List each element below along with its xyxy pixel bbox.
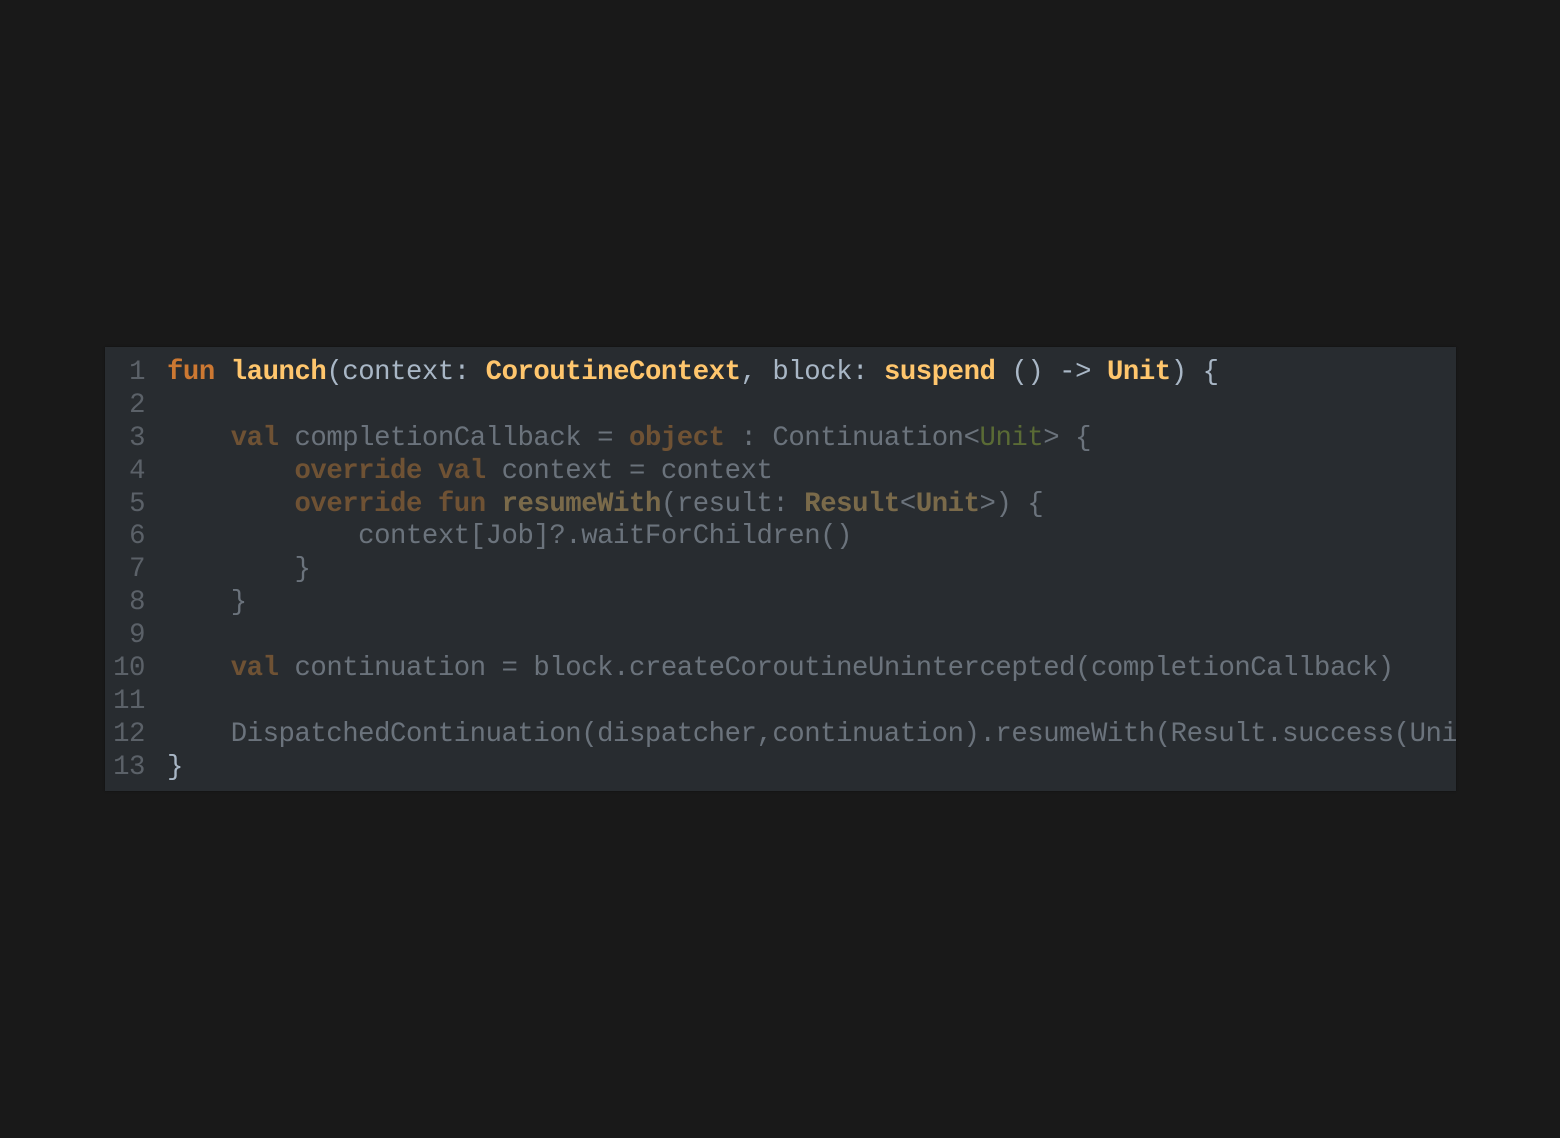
code-token: fun — [437, 488, 486, 520]
code-token: fun — [167, 357, 215, 388]
code-token: < — [899, 488, 916, 520]
code-line[interactable]: 11 — [105, 686, 1456, 719]
code-token: val — [437, 455, 486, 487]
code-token: } — [167, 554, 311, 586]
code-token: context[Job]?.waitForChildren() — [167, 521, 853, 553]
code-token: >) { — [979, 488, 1044, 520]
line-number: 4 — [129, 455, 145, 487]
code-line[interactable]: 9 — [105, 620, 1456, 653]
code-line[interactable]: 5 override fun resumeWith(result: Result… — [105, 489, 1456, 522]
code-token: context = context — [485, 455, 773, 487]
code-token: continuation = block.createCoroutineUnin… — [278, 653, 1394, 685]
line-number: 9 — [129, 620, 145, 652]
code-token: resumeWith — [501, 488, 662, 520]
code-token: Unit — [979, 422, 1044, 454]
page-background: 1 fun launch(context: CoroutineContext, b… — [0, 0, 1560, 1138]
line-number: 6 — [129, 521, 145, 553]
code-line[interactable]: 6 context[Job]?.waitForChildren() — [105, 521, 1456, 554]
code-token: ) { — [1170, 357, 1219, 388]
line-number: 5 — [129, 488, 145, 520]
line-number: 3 — [129, 422, 145, 454]
code-token: () -> — [995, 357, 1107, 388]
code-line[interactable]: 1 fun launch(context: CoroutineContext, b… — [105, 357, 1456, 390]
code-token: val — [230, 653, 279, 685]
code-token: launch — [230, 357, 327, 388]
code-token: override — [294, 488, 422, 520]
code-token: > { — [1043, 422, 1092, 454]
line-number: 11 — [113, 685, 145, 717]
code-token: (result: — [660, 488, 805, 520]
code-line[interactable]: 2 — [105, 390, 1456, 423]
code-line[interactable]: 4 override val context = context — [105, 456, 1456, 489]
line-number: 1 — [129, 357, 145, 388]
line-number: 12 — [113, 718, 145, 750]
code-token: , block: — [740, 357, 884, 388]
code-token: Unit — [1106, 357, 1171, 388]
code-token: (context: — [326, 357, 486, 388]
code-token: } — [167, 751, 183, 783]
code-token: CoroutineContext — [485, 357, 741, 388]
code-token: : Continuation< — [724, 422, 980, 454]
code-token: DispatchedContinuation(dispatcher,contin… — [167, 718, 1456, 750]
line-number: 7 — [129, 554, 145, 586]
code-line[interactable]: 13} — [105, 752, 1456, 785]
code-editor[interactable]: 1 fun launch(context: CoroutineContext, b… — [105, 347, 1456, 791]
code-line[interactable]: 8 } — [105, 587, 1456, 620]
code-line[interactable]: 7 } — [105, 554, 1456, 587]
code-token: suspend — [883, 357, 996, 388]
code-token: override — [294, 455, 422, 487]
code-token: Result — [804, 488, 900, 520]
line-number: 10 — [113, 653, 145, 685]
code-token: Unit — [915, 488, 980, 520]
code-line[interactable]: 10 val continuation = block.createCorout… — [105, 653, 1456, 686]
code-content: 1 fun launch(context: CoroutineContext, b… — [105, 357, 1456, 785]
code-token: } — [167, 587, 247, 619]
code-line[interactable]: 3 val completionCallback = object : Cont… — [105, 423, 1456, 456]
line-number: 8 — [129, 587, 145, 619]
line-number: 2 — [129, 389, 145, 421]
code-token: val — [230, 422, 279, 454]
code-line[interactable]: 12 DispatchedContinuation(dispatcher,con… — [105, 719, 1456, 752]
code-token: object — [629, 422, 725, 454]
code-token: completionCallback = — [278, 422, 630, 454]
line-number: 13 — [113, 751, 145, 783]
